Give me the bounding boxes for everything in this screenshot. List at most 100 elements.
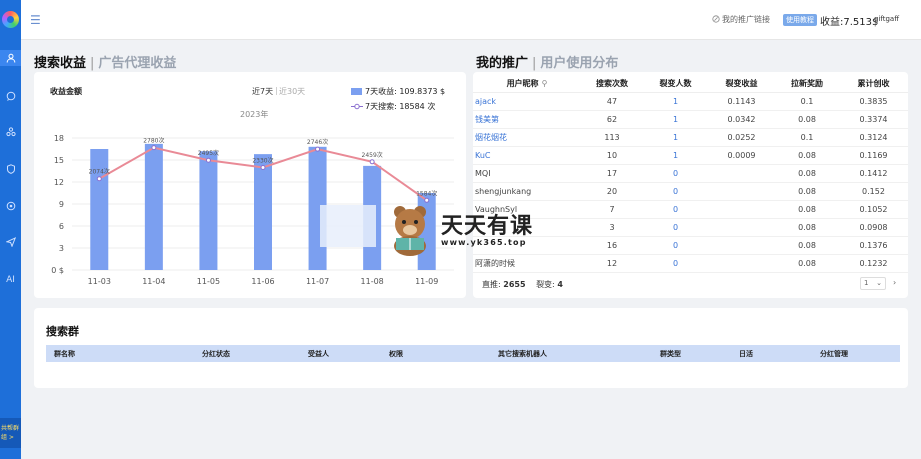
search-income-tab[interactable]: 搜索收益 <box>34 56 86 71</box>
group-header-cell: 其它搜索机器人 <box>498 350 547 358</box>
promo-cell: 0.152 <box>862 186 885 196</box>
search-point <box>260 164 266 170</box>
group-header-cell: 分红管理 <box>820 350 848 358</box>
tutorial-badge[interactable]: 使用教程 <box>783 14 817 26</box>
promo-cell: 0.1143 <box>727 96 756 106</box>
ai-icon[interactable]: AI <box>0 272 21 288</box>
data-label: 2746次 <box>307 138 328 146</box>
promo-cell: 12 <box>606 258 618 268</box>
link-icon <box>712 15 720 23</box>
x-tick-label: 11-07 <box>306 277 329 286</box>
group-header-cell: 权限 <box>389 350 403 358</box>
menu-toggle-icon[interactable]: ☰ <box>30 13 41 27</box>
promo-cell: 0.08 <box>798 150 816 160</box>
promo-cell: 113 <box>604 132 620 142</box>
x-tick-label: 11-05 <box>197 277 220 286</box>
promo-cell: 0.1376 <box>859 240 888 250</box>
page-number: 1 <box>864 279 869 287</box>
my-promotion-tab[interactable]: 我的推广 <box>476 56 528 71</box>
data-label: 2330次 <box>252 156 273 164</box>
promo-row: 3 0 0.08 0.0908 <box>473 218 908 236</box>
promo-cell: 0 <box>672 258 679 268</box>
x-tick-label: 11-03 <box>88 277 111 286</box>
promo-header-cell: 裂变人数 <box>643 75 708 92</box>
group-shortcut[interactable]: 共帮群组 > <box>0 418 21 448</box>
promo-cell: 0.1412 <box>859 168 888 178</box>
income-bar <box>199 151 218 270</box>
page-select[interactable]: 1 ⌄ <box>860 277 886 290</box>
direct-label: 直推: <box>482 280 501 289</box>
promotion-footer: 直推: 2655 裂变: 4 <box>482 279 563 290</box>
watermark-backdrop <box>320 205 376 247</box>
promo-link[interactable]: 我的推广链接 <box>712 14 770 25</box>
promo-cell <box>708 236 775 254</box>
search-point <box>424 197 430 203</box>
promo-cell: 0.3124 <box>859 132 888 142</box>
people-icon[interactable] <box>0 124 21 140</box>
promo-cell: 1 <box>672 96 679 106</box>
x-tick-label: 11-04 <box>142 277 165 286</box>
y-tick-label: 9 <box>59 200 64 209</box>
data-label: 2459次 <box>362 151 383 159</box>
promo-link-label: 我的推广链接 <box>722 15 770 24</box>
promo-cell: 17 <box>606 168 618 178</box>
user-distribution-tab[interactable]: 用户使用分布 <box>540 56 618 71</box>
promotion-title: 我的推广 | 用户使用分布 <box>476 56 619 71</box>
promo-cell: 1 <box>672 114 679 124</box>
group-header-cell: 日活 <box>739 350 753 358</box>
promo-header-cell: 累计创收 <box>839 75 908 92</box>
promo-cell: 20 <box>606 186 618 196</box>
promo-user-name[interactable]: KuC <box>473 146 581 164</box>
top-bar: ☰ 我的推广链接 使用教程 收益:7.513$ giftgaff <box>21 0 921 40</box>
promo-user-name: 阿潇的时候 <box>475 258 515 268</box>
y-tick-label: 15 <box>54 156 64 165</box>
promo-row: shengjunkang 20 0 0.08 0.152 <box>473 182 908 200</box>
promo-header-cell: 裂变收益 <box>708 75 775 92</box>
logo-icon[interactable] <box>2 11 19 28</box>
chat-icon[interactable] <box>0 88 21 104</box>
promo-row: MQI 17 0 0.08 0.1412 <box>473 164 908 182</box>
y-tick-label: 12 <box>54 178 64 187</box>
target-icon[interactable] <box>0 198 21 214</box>
promo-header-cell: 用户昵称 ⚲ <box>473 75 581 92</box>
promo-cell: 0.1 <box>800 132 814 142</box>
promo-user-name: shengjunkang <box>475 186 532 196</box>
promo-cell <box>708 254 775 272</box>
promo-row: 16 0 0.08 0.1376 <box>473 236 908 254</box>
promo-row: VaughnSyl 7 0 0.08 0.1052 <box>473 200 908 218</box>
income-bar <box>254 154 272 270</box>
promotion-table: 用户昵称 ⚲ 搜索次数 裂变人数 裂变收益 拉新奖励 累计创收 ajack 47 1 0.1143… <box>473 75 908 273</box>
promo-cell <box>708 218 775 236</box>
promo-cell: 0.1169 <box>859 150 888 160</box>
promo-cell: 62 <box>606 114 618 124</box>
user-name[interactable]: giftgaff <box>874 15 899 23</box>
promo-user-name[interactable]: ajack <box>473 92 581 110</box>
promo-row: 烟花烟花 113 1 0.0252 0.1 0.3124 <box>473 128 908 146</box>
next-page-icon[interactable]: › <box>893 278 896 287</box>
income-chart: 0 $ 3 6 9 12 15 18 11-03 11-04 11-05 11-06 11-07 11-… <box>51 134 454 286</box>
search-icon[interactable]: ⚲ <box>542 79 548 88</box>
promo-cell: 16 <box>606 240 618 250</box>
send-icon[interactable] <box>0 234 21 250</box>
search-group-header: 群名称 分红状态 受益人 权限 其它搜索机器人 群类型 日活 分红管理 <box>46 345 900 362</box>
shield-icon[interactable] <box>0 161 21 177</box>
group-header-cell: 群类型 <box>660 350 681 358</box>
income-bar <box>144 143 163 270</box>
user-icon[interactable] <box>0 50 21 66</box>
income-chart-card: 收益金额 近7天 | 近30天 2023年 7天收益: 109.8373 $ 7… <box>34 72 466 298</box>
data-label: 2495次 <box>198 149 219 157</box>
data-label: 2074次 <box>89 168 110 176</box>
search-point <box>151 145 157 151</box>
promo-user-name[interactable]: 钱美第 <box>473 110 581 128</box>
promo-cell: 0.08 <box>798 204 816 214</box>
search-point <box>205 157 211 163</box>
x-tick-label: 11-09 <box>415 277 438 286</box>
promo-header-cell: 搜索次数 <box>581 75 643 92</box>
promo-cell: 0 <box>672 222 679 232</box>
ad-income-tab[interactable]: 广告代理收益 <box>98 56 176 71</box>
search-point <box>96 176 102 182</box>
promo-cell: 0.3374 <box>859 114 888 124</box>
promo-user-name: MQI <box>475 168 491 178</box>
promo-user-name[interactable]: 烟花烟花 <box>473 128 581 146</box>
group-header-cell: 群名称 <box>54 350 75 358</box>
